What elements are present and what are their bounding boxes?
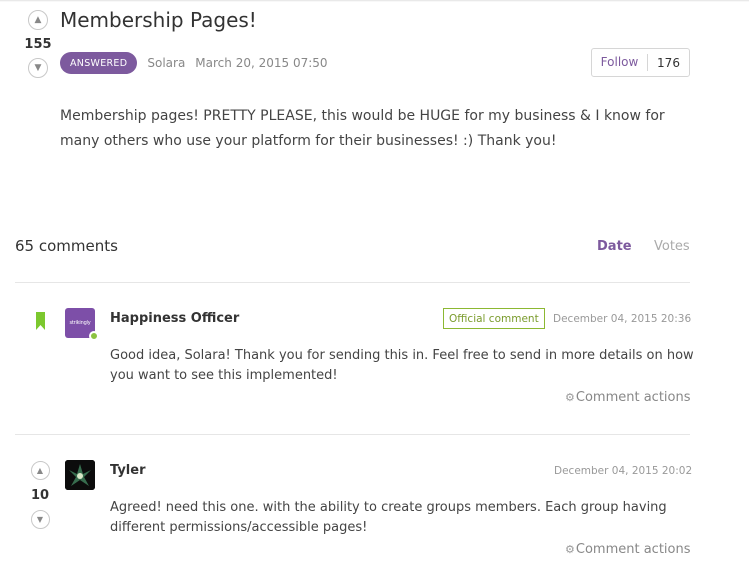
- post-body: Membership pages! PRETTY PLEASE, this wo…: [60, 108, 665, 149]
- status-badge: ANSWERED: [60, 52, 138, 74]
- post-author-link[interactable]: Solara: [147, 56, 185, 70]
- follow-label[interactable]: Follow: [592, 54, 648, 71]
- chevron-up-icon: ▲: [34, 14, 42, 25]
- avatar[interactable]: strikingly: [65, 308, 99, 341]
- comment-body: Agreed! need this one. with the ability …: [110, 500, 667, 535]
- page-title: Membership Pages!: [60, 8, 257, 32]
- official-comment-badge: Official comment: [443, 308, 545, 329]
- chevron-down-icon: ▼: [36, 514, 44, 524]
- comment-actions-label: Comment actions: [575, 542, 691, 557]
- upvote-button[interactable]: ▲: [30, 461, 50, 480]
- follow-button[interactable]: Follow 176: [591, 48, 690, 77]
- comment-vote-count: 10: [30, 488, 50, 503]
- downvote-button[interactable]: ▼: [30, 510, 50, 529]
- post-date: March 20, 2015 07:50: [195, 56, 328, 70]
- sort-date-tab[interactable]: Date: [597, 239, 632, 254]
- follow-count: 176: [657, 55, 680, 70]
- sort-votes-tab[interactable]: Votes: [654, 239, 690, 254]
- avatar[interactable]: [65, 460, 95, 490]
- top-shadow: [0, 0, 749, 2]
- chevron-up-icon: ▲: [36, 465, 44, 475]
- comment-body: Good idea, Solara! Thank you for sending…: [110, 348, 694, 383]
- comment-actions-button[interactable]: ⚙ Comment actions: [565, 390, 691, 405]
- comment-author[interactable]: Happiness Officer: [110, 311, 239, 326]
- comment-actions-label: Comment actions: [575, 390, 691, 405]
- post-vote-count: 155: [24, 37, 52, 52]
- avatar-logo-text: strikingly: [69, 320, 91, 326]
- agent-indicator-icon: [89, 331, 99, 341]
- comment-date: December 04, 2015 20:02: [554, 465, 693, 477]
- bookmark-icon: [36, 312, 45, 330]
- upvote-button[interactable]: ▲: [28, 10, 48, 30]
- comment-author[interactable]: Tyler: [110, 463, 145, 478]
- post-meta: ANSWERED Solara March 20, 2015 07:50: [60, 52, 328, 74]
- gear-icon: ⚙: [565, 543, 575, 556]
- comments-count: 65 comments: [15, 237, 118, 255]
- comment-date: December 04, 2015 20:36: [553, 313, 692, 325]
- comment-actions-button[interactable]: ⚙ Comment actions: [565, 542, 691, 557]
- divider: [15, 434, 690, 435]
- chevron-down-icon: ▼: [34, 62, 42, 73]
- comment-vote-controls: ▲ 10 ▼: [27, 461, 53, 529]
- post-vote-controls: ▲ 155 ▼: [22, 10, 54, 78]
- downvote-button[interactable]: ▼: [28, 58, 48, 78]
- gear-icon: ⚙: [565, 391, 575, 404]
- avatar-image: [65, 460, 95, 490]
- divider: [15, 282, 690, 283]
